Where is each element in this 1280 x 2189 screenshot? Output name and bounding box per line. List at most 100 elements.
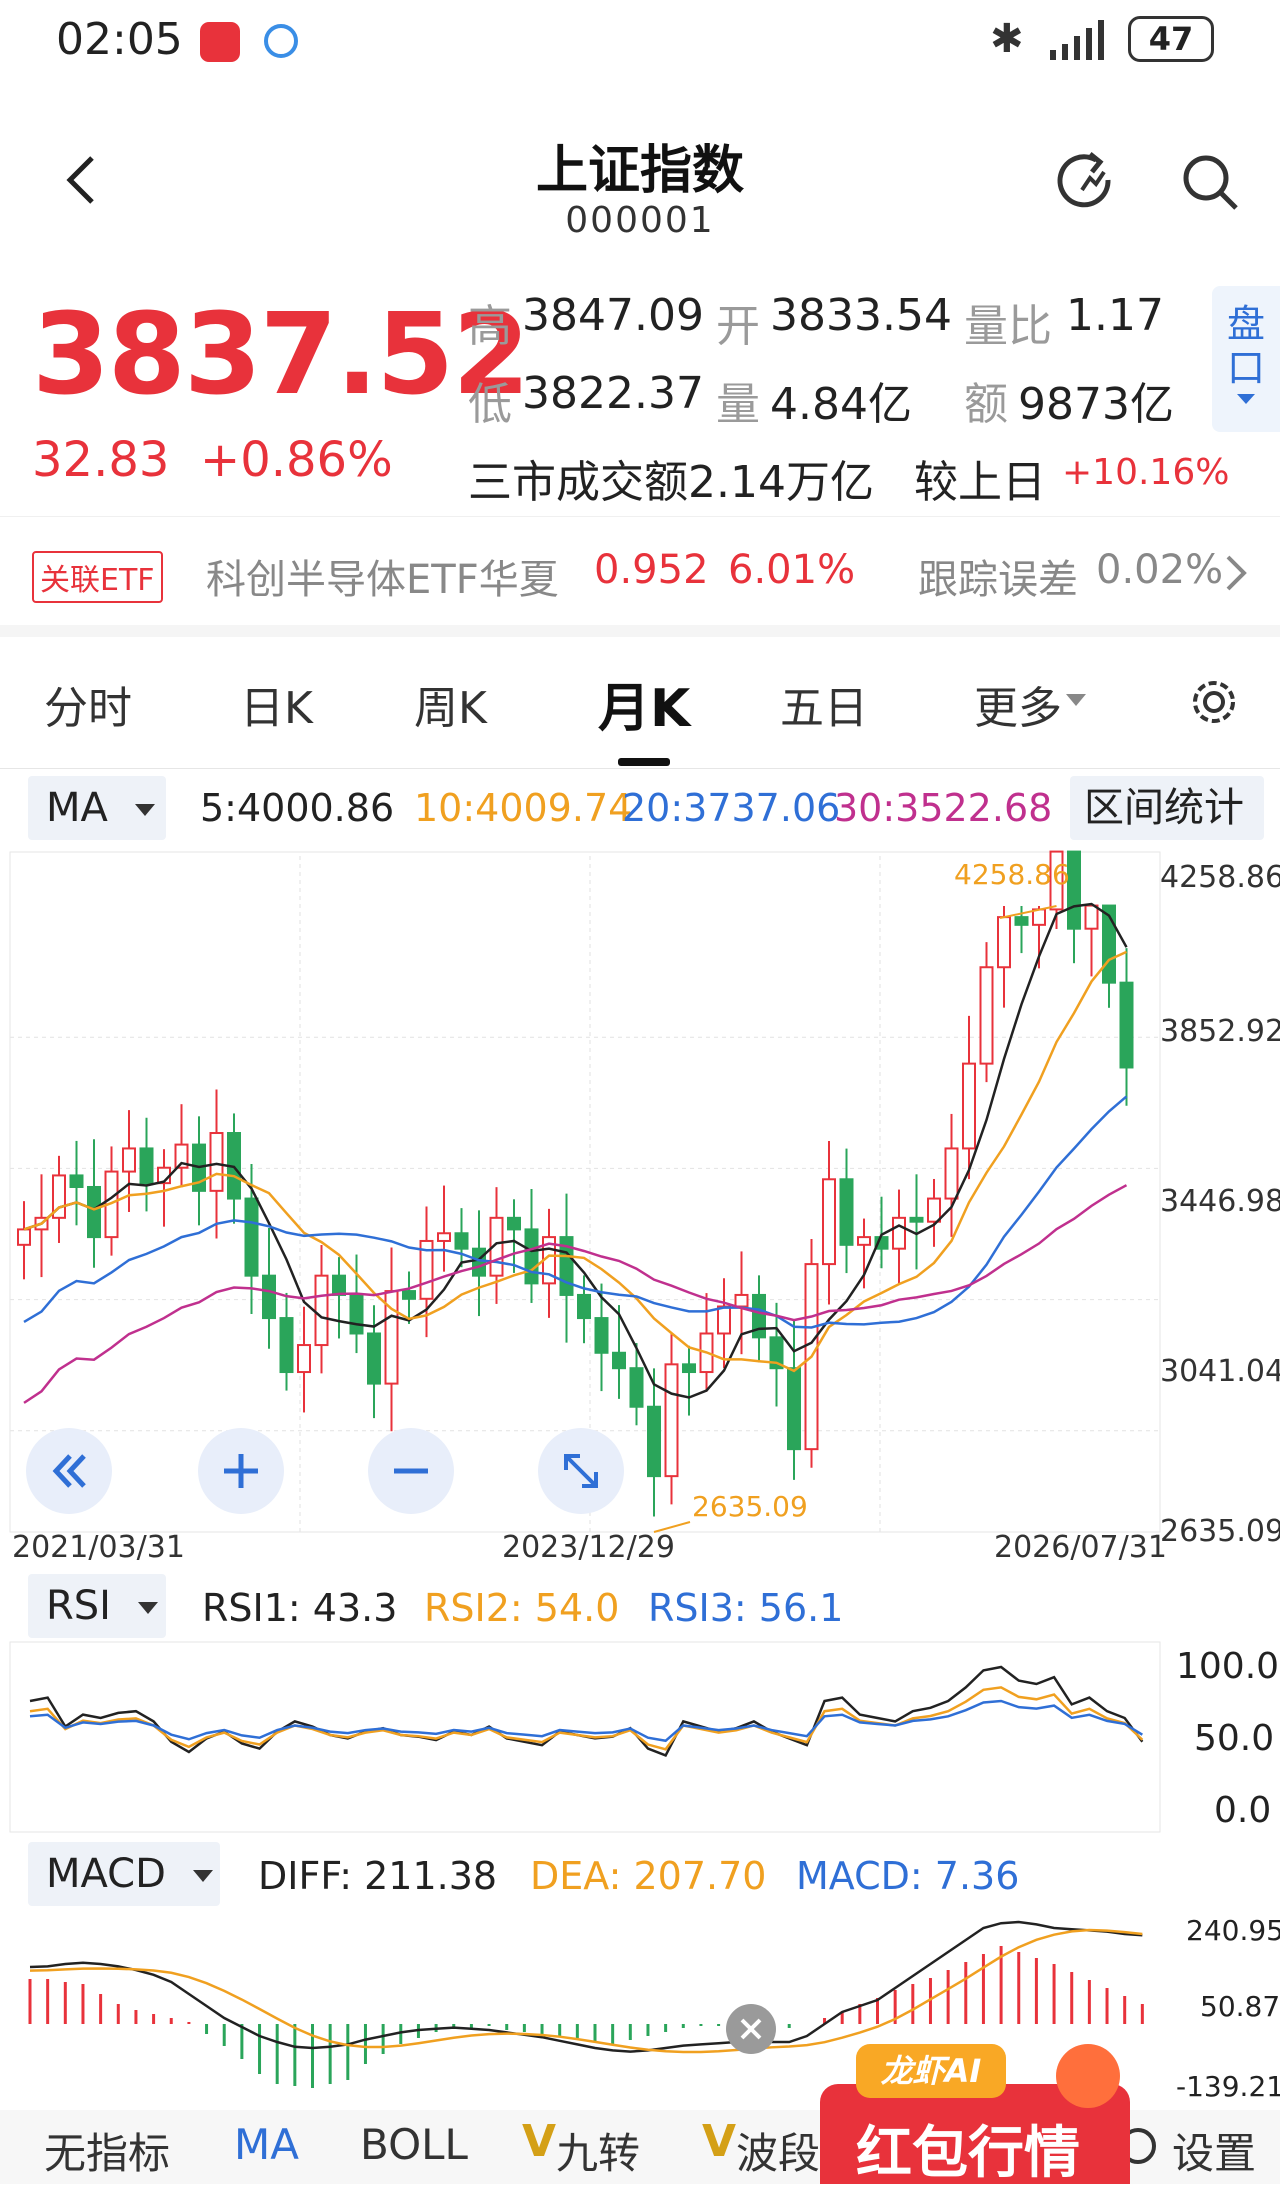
search-button[interactable]	[1180, 152, 1244, 216]
candle-body	[332, 1274, 346, 1296]
status-time: 02:05	[56, 14, 183, 65]
candle-body	[454, 1232, 469, 1250]
tab-daily-k[interactable]: 日K	[240, 672, 313, 736]
nav-settings[interactable]: 设置	[1172, 2120, 1256, 2181]
battery-level: 47	[1148, 20, 1194, 58]
y-tick-label: 4258.86	[1160, 860, 1280, 895]
ma-selector[interactable]: MA	[28, 776, 166, 840]
refresh-button[interactable]	[1056, 150, 1122, 216]
x-tick-label: 2026/07/31	[994, 1530, 1167, 1565]
etf-tag: 关联ETF	[32, 551, 163, 603]
tab-weekly-k[interactable]: 周K	[414, 672, 487, 736]
candle-body	[472, 1247, 486, 1277]
rsi-selector-label: RSI	[46, 1583, 111, 1629]
zoom-out-button[interactable]	[368, 1428, 454, 1514]
ma-selector-label: MA	[46, 785, 108, 831]
candle-body	[944, 1147, 959, 1200]
candle-body	[17, 1228, 31, 1246]
volume-label: 量	[716, 379, 760, 430]
candle-body	[927, 1197, 941, 1223]
macd-dea-value: DEA: 207.70	[530, 1854, 767, 1898]
compare-value: +10.16%	[1062, 452, 1230, 493]
nav-ma[interactable]: MA	[234, 2120, 299, 2169]
candle-body	[367, 1332, 381, 1385]
vol-ratio-label: 量比	[964, 301, 1052, 352]
macd-diff-value: DIFF: 211.38	[258, 1854, 498, 1898]
nav-no-indicator[interactable]: 无指标	[44, 2120, 170, 2181]
rsi-selector[interactable]: RSI	[28, 1574, 166, 1638]
tab-intraday[interactable]: 分时	[44, 672, 132, 736]
macd-selector-label: MACD	[46, 1851, 166, 1897]
ma30-value: 30:3522.68	[834, 786, 1053, 830]
candle-body	[594, 1317, 609, 1354]
active-tab-indicator	[618, 758, 670, 766]
status-bar: 02:05 ✱ 47	[0, 0, 1280, 84]
panko-button[interactable]: 盘口	[1212, 286, 1280, 432]
scroll-left-button[interactable]	[26, 1428, 112, 1514]
candle-body	[979, 966, 994, 1065]
candle-body	[787, 1367, 801, 1451]
caret-down-icon	[1066, 694, 1086, 706]
nav-boll[interactable]: BOLL	[360, 2120, 468, 2169]
search-icon	[1183, 155, 1238, 210]
rsi-y-label: 50.0	[1194, 1718, 1275, 1759]
ma20-line	[23, 1095, 1128, 1329]
zoom-in-button[interactable]	[198, 1428, 284, 1514]
price-change: 32.83	[32, 432, 170, 488]
candle-body	[612, 1351, 626, 1370]
plus-icon	[224, 1454, 258, 1488]
browser-icon	[264, 24, 298, 58]
high-marker-label: 4258.86	[954, 858, 1070, 891]
rsi2-value: RSI2: 54.0	[424, 1586, 620, 1630]
macd-selector[interactable]: MACD	[28, 1842, 220, 1906]
caret-down-icon	[137, 1602, 158, 1614]
vol-ratio-value: 1.17	[1066, 290, 1164, 341]
close-promo-button[interactable]	[726, 2004, 776, 2054]
candle-body	[314, 1274, 329, 1347]
promo-banner[interactable]: 龙虾AI 红包行情	[820, 2044, 1140, 2186]
candle-body	[349, 1293, 364, 1335]
candle-body	[297, 1344, 311, 1374]
candle-body	[1067, 850, 1081, 930]
divider	[0, 768, 1280, 769]
candle-body	[507, 1216, 521, 1231]
tab-five-day[interactable]: 五日	[780, 672, 868, 736]
tab-monthly-k[interactable]: 月K	[598, 666, 690, 741]
candle-body	[909, 1216, 924, 1223]
v-badge-icon: V	[702, 2116, 737, 2167]
tab-more[interactable]: 更多	[974, 672, 1062, 736]
candle-body	[839, 1178, 854, 1246]
rsi-y-label: 0.0	[1214, 1790, 1272, 1831]
kline-chart[interactable]	[0, 846, 1280, 1566]
settings-button[interactable]	[1188, 676, 1240, 728]
candle-body	[734, 1293, 749, 1308]
candle-body	[962, 1062, 976, 1150]
amount-value: 9873亿	[1018, 379, 1174, 430]
promo-brand-chip: 龙虾AI	[856, 2044, 1006, 2098]
nav-nine-turn[interactable]: 九转	[556, 2120, 640, 2181]
rsi3-line	[29, 1699, 1143, 1743]
rsi3-value: RSI3: 56.1	[648, 1586, 844, 1630]
amount-label: 额	[964, 379, 1008, 430]
rsi-y-label: 100.0	[1176, 1646, 1280, 1687]
related-etf-bar[interactable]: 关联ETF 科创半导体ETF华夏 0.952 6.01% 跟踪误差 0.02%	[0, 516, 1280, 637]
candle-body	[629, 1367, 644, 1408]
candle-body	[139, 1147, 154, 1185]
ma5-line	[23, 902, 1128, 1399]
candle-body	[577, 1293, 591, 1320]
macd-y-label: -139.21	[1176, 2070, 1280, 2103]
open-label: 开	[716, 301, 760, 352]
nav-wave[interactable]: 波段	[736, 2120, 820, 2181]
candle-body	[857, 1236, 871, 1246]
caret-down-icon	[134, 804, 155, 816]
caret-down-icon	[1237, 394, 1255, 404]
expand-icon	[564, 1454, 598, 1488]
fullscreen-button[interactable]	[538, 1428, 624, 1514]
signal-icon	[1040, 18, 1110, 62]
etf-price: 0.952	[594, 547, 709, 593]
price-change-pct: +0.86%	[200, 432, 393, 488]
candle-body	[87, 1185, 101, 1239]
tracking-label: 跟踪误差	[918, 557, 1078, 603]
candle-body	[122, 1147, 136, 1173]
range-stats-button[interactable]: 区间统计	[1070, 776, 1264, 840]
